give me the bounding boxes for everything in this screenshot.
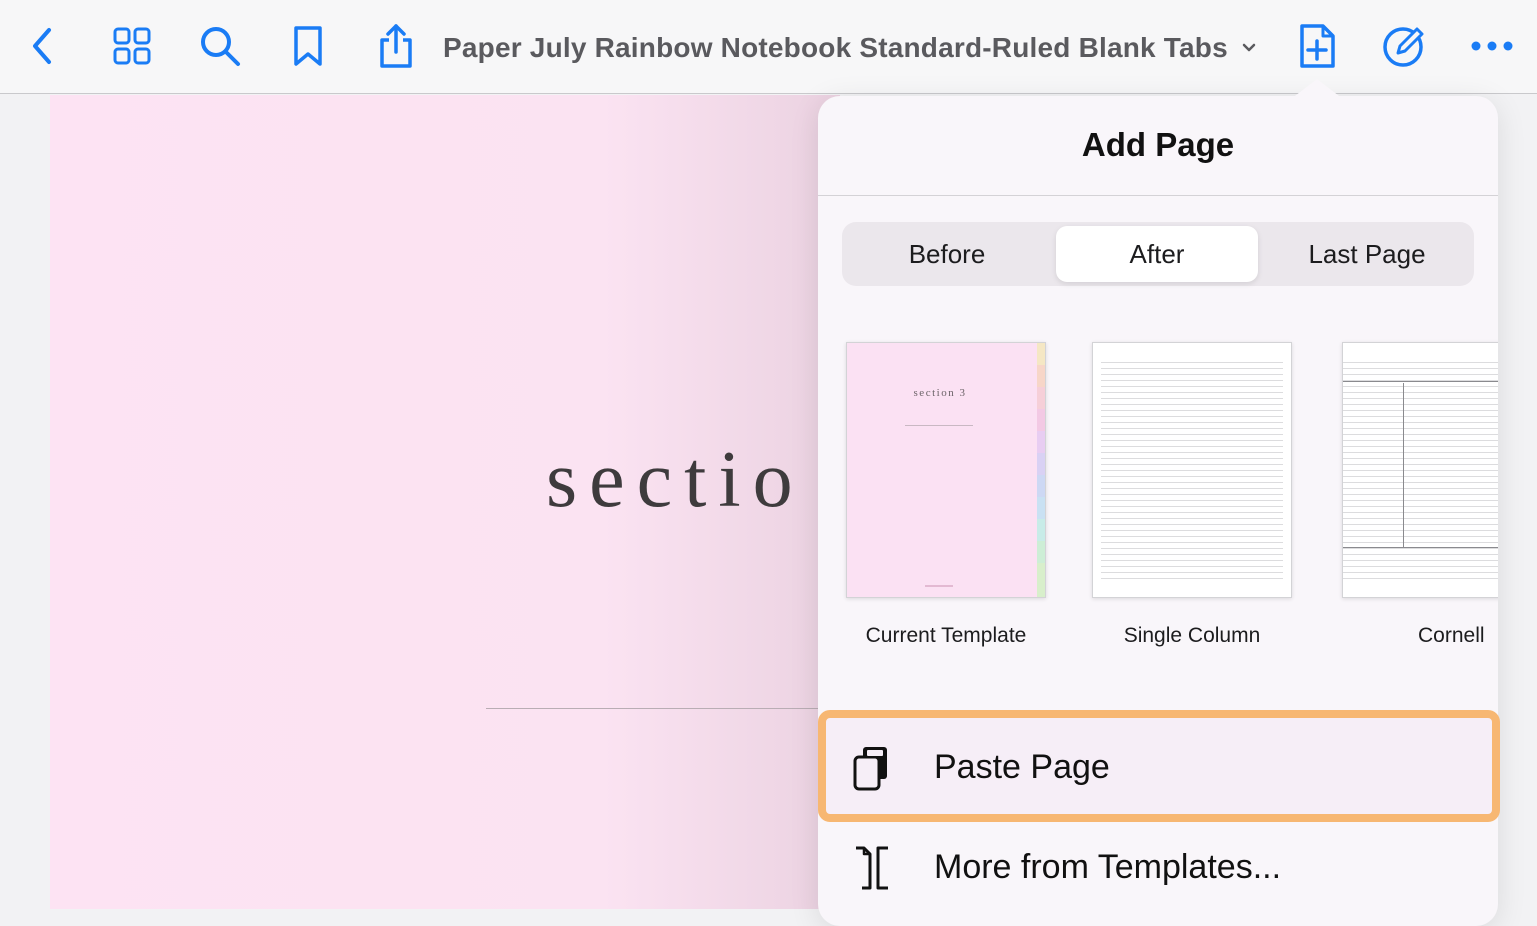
add-page-button[interactable] (1293, 20, 1341, 72)
page-divider (486, 708, 840, 709)
cornell-summary-line (1343, 547, 1498, 548)
grid-icon (113, 27, 151, 65)
thumbnail-divider (905, 425, 973, 426)
annotate-icon (1383, 27, 1424, 67)
title-chevron-down-icon (1242, 43, 1256, 52)
document-title-text: Paper July Rainbow Notebook Standard-Rul… (443, 32, 1228, 63)
bookmark-button[interactable] (284, 20, 332, 72)
bookmark-icon (294, 26, 322, 66)
popover-arrow (1291, 79, 1343, 99)
more-from-templates-button[interactable]: More from Templates... (818, 818, 1498, 914)
share-icon (380, 24, 412, 68)
thumbnail-footer-mark (925, 585, 953, 587)
page-section-heading: sectio (546, 436, 805, 524)
template-single-column-thumbnail (1092, 342, 1292, 598)
notebook-page[interactable]: sectio (50, 95, 840, 909)
popover-title: Add Page (1081, 126, 1235, 163)
template-single-column-label: Single Column (1123, 624, 1261, 647)
cornell-top-line (1343, 381, 1498, 382)
search-button[interactable] (196, 20, 244, 72)
add-page-icon (1300, 24, 1335, 68)
search-icon (201, 27, 240, 66)
ruled-lines (1343, 357, 1498, 583)
template-current[interactable]: section 3 Current Template (846, 342, 1046, 648)
back-button[interactable] (18, 20, 66, 72)
rainbow-tabs-strip (1037, 343, 1045, 597)
paste-page-label: Paste Page (934, 748, 1110, 786)
template-current-thumbnail: section 3 (846, 342, 1046, 598)
more-from-templates-label: More from Templates... (934, 848, 1282, 886)
templates-icon (856, 846, 888, 890)
document-title[interactable]: Paper July Rainbow Notebook Standard-Rul… (443, 28, 1256, 68)
thumbnail-section-text: section 3 (913, 387, 967, 399)
segment-before[interactable]: Before (846, 226, 1048, 282)
annotate-button[interactable] (1380, 20, 1428, 72)
template-cornell[interactable]: Cornell (1342, 342, 1498, 648)
cornell-cue-column-line (1403, 383, 1404, 547)
paste-icon (853, 747, 887, 791)
back-chevron-icon (33, 28, 51, 64)
template-single-column[interactable]: Single Column (1092, 342, 1292, 648)
template-current-label: Current Template (865, 624, 1027, 647)
share-button[interactable] (372, 20, 420, 72)
segment-last-page[interactable]: Last Page (1266, 226, 1468, 282)
segment-after[interactable]: After (1056, 226, 1258, 282)
add-page-popover: Add Page Before After Last Page section … (818, 96, 1498, 926)
thumbnails-button[interactable] (108, 20, 156, 72)
more-button[interactable] (1468, 20, 1516, 72)
template-carousel: section 3 Current Template Single Column… (818, 342, 1498, 662)
popover-header: Add Page (818, 96, 1498, 196)
position-segmented-control: Before After Last Page (842, 222, 1474, 286)
template-cornell-label: Cornell (1418, 624, 1485, 647)
more-icon (1471, 41, 1513, 51)
ruled-lines (1101, 357, 1283, 583)
paste-page-button[interactable]: Paste Page (818, 718, 1498, 814)
template-cornell-thumbnail (1342, 342, 1498, 598)
